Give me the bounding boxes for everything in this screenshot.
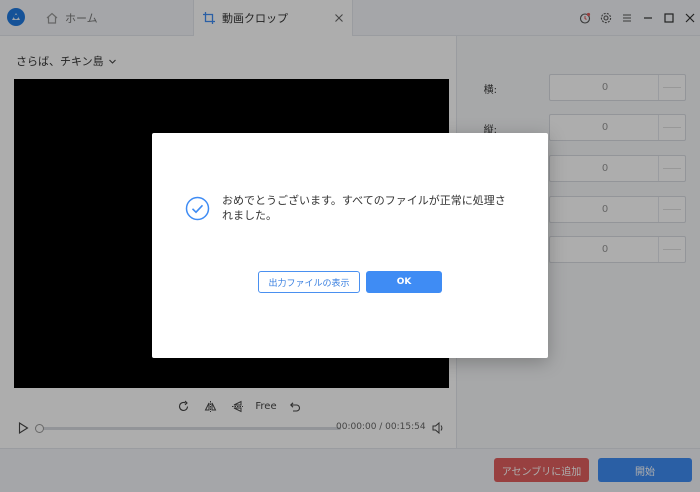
check-circle-icon — [185, 196, 210, 221]
dialog-message: おめでとうございます。すべてのファイルが正常に処理されました。 — [222, 194, 506, 222]
completion-dialog: おめでとうございます。すべてのファイルが正常に処理されました。 出力ファイルの表… — [152, 133, 548, 358]
show-output-files-button[interactable]: 出力ファイルの表示 — [258, 271, 360, 293]
ok-button[interactable]: OK — [366, 271, 442, 293]
